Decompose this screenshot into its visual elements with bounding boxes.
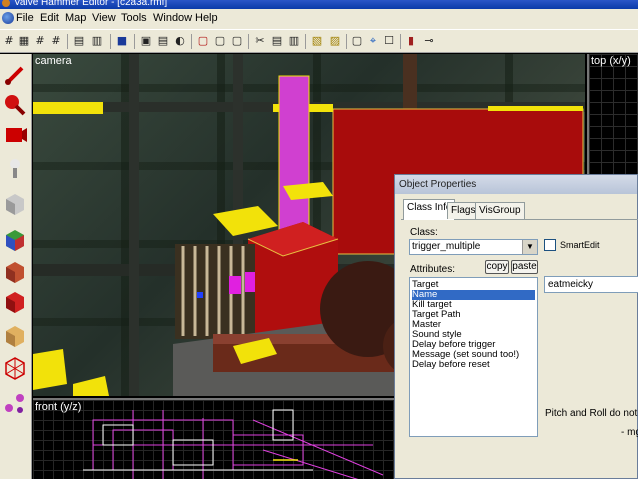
texture-scale-lock-icon[interactable]: ▨ xyxy=(327,34,343,48)
clipping-tool-icon[interactable] xyxy=(2,322,28,348)
menu-file[interactable]: File xyxy=(16,12,34,24)
class-label: Class: xyxy=(410,227,438,238)
top-view-label: top (x/y) xyxy=(591,55,631,67)
chevron-down-icon[interactable]: ▼ xyxy=(522,240,537,254)
top-viewport[interactable]: top (x/y) xyxy=(587,54,638,174)
cut-icon[interactable]: ✂ xyxy=(253,34,267,48)
grid-3d-icon[interactable]: ▦ xyxy=(17,34,31,48)
vertex-tool-icon[interactable] xyxy=(2,354,28,380)
texture-tool-icon[interactable] xyxy=(2,226,28,252)
object-properties-dialog: Object Properties Class Info Flags VisGr… xyxy=(394,174,638,479)
copy-button[interactable]: copy xyxy=(485,260,509,274)
tab-visgroup[interactable]: VisGroup xyxy=(475,202,525,219)
menu-window[interactable]: Window xyxy=(153,12,192,24)
block-tool-icon[interactable] xyxy=(2,190,28,216)
decal-tool-icon[interactable] xyxy=(2,288,28,314)
help-text: Pitch and Roll do not work xyxy=(545,408,638,419)
front-viewport[interactable]: front (y/z) xyxy=(33,398,396,479)
dialog-title-bar[interactable]: Object Properties xyxy=(395,175,637,194)
front-view-wireframe xyxy=(83,409,384,479)
attributes-list[interactable]: Target Name Kill target Target Path Mast… xyxy=(409,277,538,437)
hide-selected-icon[interactable]: ◐ xyxy=(173,34,187,48)
grid-toggle-icon[interactable]: # xyxy=(2,34,16,48)
save-window-state-icon[interactable]: ▥ xyxy=(90,34,104,48)
front-view-label: front (y/z) xyxy=(35,401,82,413)
value-field[interactable]: eatmeicky xyxy=(544,276,638,293)
class-select[interactable]: trigger_multiple ▼ xyxy=(409,239,538,255)
grid-larger-icon[interactable]: # xyxy=(49,34,63,48)
tool-palette xyxy=(0,54,32,479)
paste-icon[interactable]: ▥ xyxy=(287,34,301,48)
window-title: Valve Hammer Editor - [c2a3a.rmf] xyxy=(14,0,168,8)
menu-map[interactable]: Map xyxy=(65,12,86,24)
camera-tool-icon[interactable] xyxy=(2,122,28,148)
smartedit-label: SmartEdit xyxy=(560,240,600,250)
carve-icon[interactable]: ■ xyxy=(115,34,129,48)
smartedit-toggle[interactable]: SmartEdit xyxy=(544,238,604,254)
texture-lock-icon[interactable]: ▧ xyxy=(309,34,325,48)
main-toolbar: # ▦ # # ▤ ▥ ■ ▣ ▤ ◐ ▢ ▢ ▢ ✂ ▤ ▥ ▧ ▨ ▢ ⌖ … xyxy=(0,29,638,53)
help-text-author: - mgr xyxy=(621,427,638,438)
menu-view[interactable]: View xyxy=(92,12,116,24)
check-map-icon[interactable]: ⊸ xyxy=(422,34,436,48)
attributes-label: Attributes: xyxy=(410,264,456,275)
list-item[interactable]: Delay before reset xyxy=(412,360,535,370)
select-by-handles-icon[interactable]: ⌖ xyxy=(366,34,380,48)
smartedit-checkbox[interactable] xyxy=(544,239,556,251)
selection-tool-icon[interactable] xyxy=(2,62,28,88)
ungroup-icon[interactable]: ▤ xyxy=(156,34,170,48)
class-select-value: trigger_multiple xyxy=(412,241,481,252)
menu-help[interactable]: Help xyxy=(195,12,218,24)
hammer-logo-icon xyxy=(2,0,10,7)
entity-icon[interactable]: ▢ xyxy=(213,34,227,48)
menu-edit[interactable]: Edit xyxy=(40,12,59,24)
cordon-icon[interactable]: ▢ xyxy=(196,34,210,48)
paste-button[interactable]: paste xyxy=(511,260,538,274)
grid-smaller-icon[interactable]: # xyxy=(33,34,47,48)
apply-texture-icon[interactable] xyxy=(2,258,28,284)
run-map-icon[interactable]: ▮ xyxy=(404,34,418,48)
select-tool-icon[interactable]: ☐ xyxy=(382,34,396,48)
entity-tool-icon[interactable] xyxy=(2,156,28,182)
copy-icon[interactable]: ▤ xyxy=(270,34,284,48)
menu-tools[interactable]: Tools xyxy=(121,12,147,24)
magnify-tool-icon[interactable] xyxy=(2,92,28,118)
title-bar: Valve Hammer Editor - [c2a3a.rmf] xyxy=(0,0,638,9)
load-window-state-icon[interactable]: ▤ xyxy=(72,34,86,48)
app-globe-icon[interactable] xyxy=(2,12,14,24)
group-icon[interactable]: ▣ xyxy=(139,34,153,48)
camera-view-label: camera xyxy=(35,55,72,67)
path-tool-icon[interactable] xyxy=(2,390,28,416)
to-world-icon[interactable]: ▢ xyxy=(230,34,244,48)
dialog-title: Object Properties xyxy=(399,179,477,190)
value-field-text: eatmeicky xyxy=(548,279,594,290)
menu-bar: File Edit Map View Tools Window Help xyxy=(0,9,638,29)
selection-box-icon[interactable]: ▢ xyxy=(350,34,364,48)
